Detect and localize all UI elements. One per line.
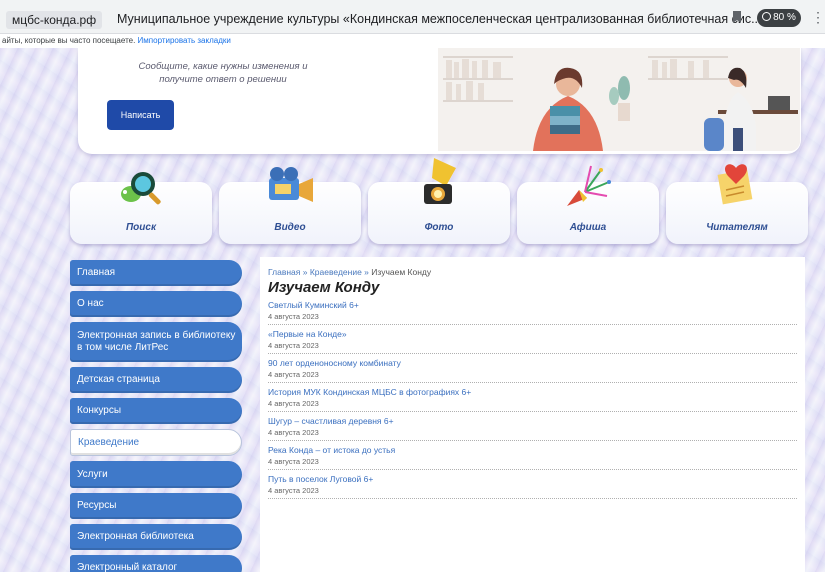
article-title-link[interactable]: Путь в поселок Луговой 6+ [268,474,797,484]
nav-tile-label: Афиша [569,222,607,233]
nav-tile-label: Видео [274,222,306,233]
article-date: 4 августа 2023 [268,341,319,350]
sidebar-item-e-catalog[interactable]: Электронный каталог [70,555,242,572]
magnifier-bug-icon [121,172,161,205]
icon-nav: Поиск Видео Фото Афиша Читателям [70,158,808,264]
article-date: 4 августа 2023 [268,312,319,321]
page-heading: Изучаем Конду [268,279,380,296]
nav-tile-label: Фото [424,222,454,233]
article-item: История МУК Кондинская МЦБС в фотография… [268,383,797,412]
sidebar-item-e-registration[interactable]: Электронная запись в библиотеку в том чи… [70,322,242,362]
sidebar-item-local-history[interactable]: Краеведение [70,429,242,456]
article-title-link[interactable]: 90 лет орденоносному комбинату [268,358,797,368]
url-domain[interactable]: мцбс-конда.рф [6,11,103,29]
breadcrumb: Главная » Краеведение » Изучаем Конду [268,267,797,277]
article-date: 4 августа 2023 [268,428,319,437]
nav-tile-search[interactable]: Поиск [70,172,212,244]
article-date: 4 августа 2023 [268,486,319,495]
address-bar: мцбс-конда.рф Муниципальное учреждение к… [0,0,825,34]
feedback-text: Сообщите, какие нужны изменения и получи… [138,61,308,85]
bookmarks-hint: айты, которые вы часто посещаете. [2,36,136,45]
nav-tile-label: Поиск [125,222,157,233]
nav-tile-photo[interactable]: Фото [368,158,510,244]
article-item: Река Конда – от истока до устья 4 август… [268,441,797,470]
sidebar-item-e-library[interactable]: Электронная библиотека [70,524,242,550]
sidebar-item-home[interactable]: Главная [70,260,242,286]
page-title-in-bar[interactable]: Муниципальное учреждение культуры «Конди… [117,12,762,26]
zoom-level: 80 % [773,12,796,23]
breadcrumb-section[interactable]: Краеведение [310,267,362,277]
letter-heart-icon [717,164,753,205]
article-title-link[interactable]: Река Конда – от истока до устья [268,445,797,455]
menu-dots-icon[interactable]: ⋮ [811,9,825,26]
library-illustration [438,48,800,151]
bookmarks-bar: айты, которые вы часто посещаете. Импорт… [0,34,825,48]
photo-camera-icon [424,158,456,204]
nav-tile-readers[interactable]: Читателям [666,164,808,244]
firework-icon [567,165,611,206]
nav-tile-afisha[interactable]: Афиша [517,165,659,244]
breadcrumb-home[interactable]: Главная [268,267,300,277]
zoom-icon [762,12,772,21]
nav-tile-video[interactable]: Видео [219,167,361,244]
article-title-link[interactable]: «Первые на Конде» [268,329,797,339]
import-bookmarks-link[interactable]: Импортировать закладки [138,36,231,45]
breadcrumb-separator: » [364,267,369,277]
sidebar-item-about[interactable]: О нас [70,291,242,317]
article-item: Путь в поселок Луговой 6+ 4 августа 2023 [268,470,797,499]
bookmark-icon[interactable] [732,10,742,24]
article-title-link[interactable]: История МУК Кондинская МЦБС в фотография… [268,387,797,397]
article-item: 90 лет орденоносному комбинату 4 августа… [268,354,797,383]
article-item: «Первые на Конде» 4 августа 2023 [268,325,797,354]
article-title-link[interactable]: Шугур – счастливая деревня 6+ [268,416,797,426]
article-item: Светлый Куминский 6+ 4 августа 2023 [268,296,797,325]
article-date: 4 августа 2023 [268,457,319,466]
breadcrumb-current: Изучаем Конду [371,267,432,277]
sidebar-item-services[interactable]: Услуги [70,461,242,488]
feedback-banner: Сообщите, какие нужны изменения и получи… [78,48,801,154]
article-date: 4 августа 2023 [268,370,319,379]
sidebar-item-resources[interactable]: Ресурсы [70,493,242,519]
article-title-link[interactable]: Светлый Куминский 6+ [268,300,797,310]
sidebar-item-contests[interactable]: Конкурсы [70,398,242,424]
page-background: Сообщите, какие нужны изменения и получи… [0,48,825,572]
zoom-button[interactable]: 80 % [757,9,801,27]
sidebar-item-kids[interactable]: Детская страница [70,367,242,393]
nav-tile-label: Читателям [706,222,768,233]
video-camera-icon [269,167,313,202]
article-item: Шугур – счастливая деревня 6+ 4 августа … [268,412,797,441]
write-button[interactable]: Написать [107,100,174,130]
article-date: 4 августа 2023 [268,399,319,408]
breadcrumb-separator: » [302,267,308,277]
main-content: Главная » Краеведение » Изучаем Конду Из… [260,257,805,572]
